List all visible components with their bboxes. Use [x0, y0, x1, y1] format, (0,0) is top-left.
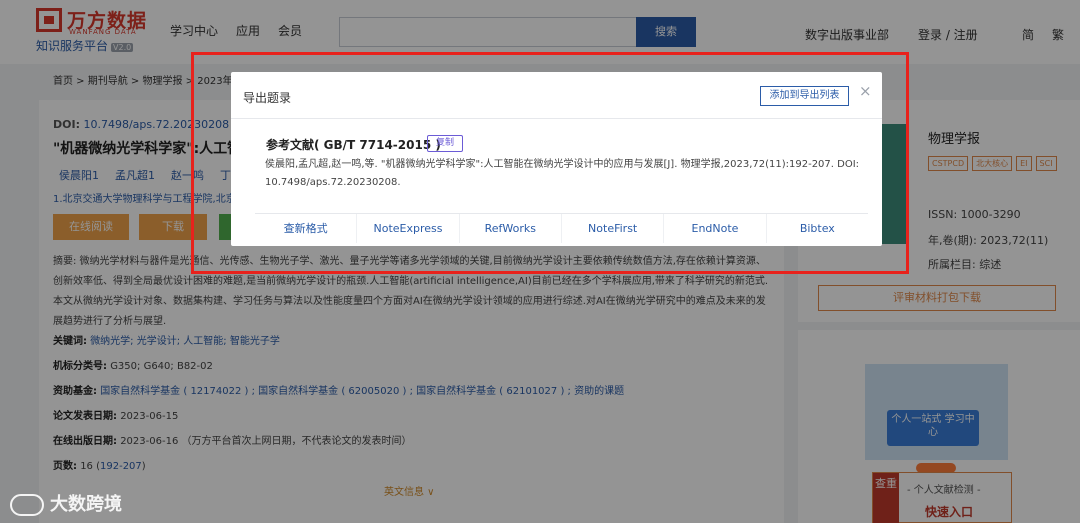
watermark-logo-icon [10, 494, 44, 516]
highlight-annotation-frame [191, 52, 909, 274]
watermark: 大数跨境 [10, 490, 122, 516]
